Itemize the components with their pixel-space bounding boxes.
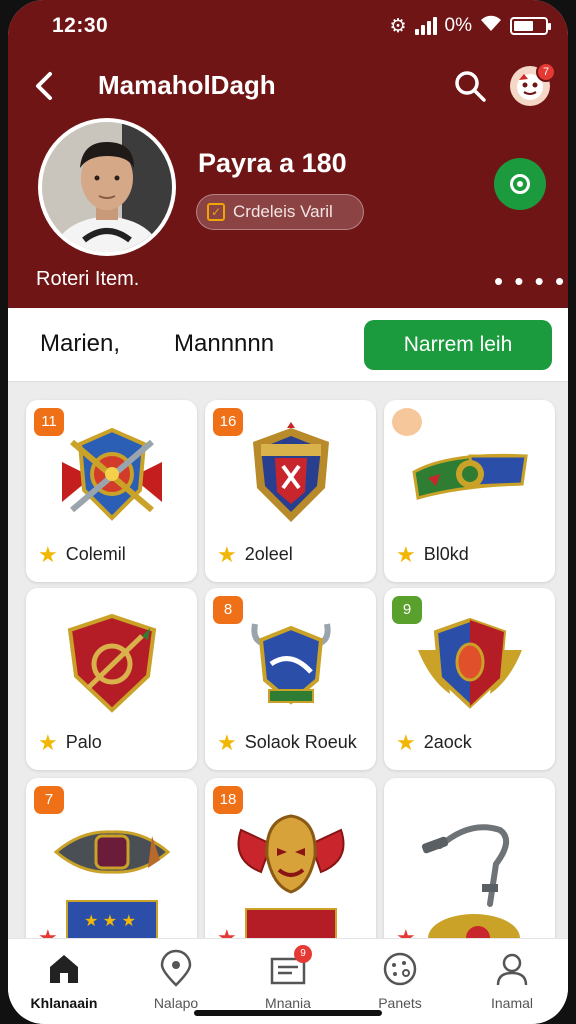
top-bar: MamaholDagh 7 [8, 58, 568, 114]
search-icon [455, 71, 486, 102]
status-time: 12:30 [52, 14, 109, 37]
signal-icon [414, 17, 437, 35]
profile-name: Payra a 180 [198, 148, 347, 178]
rank-badge[interactable]: ✓ Crdeleis Varil [196, 194, 364, 230]
profile-subtitle: Roteri Item. [36, 268, 140, 290]
laurel-partial-icon [428, 914, 520, 938]
badge-card[interactable]: 11 ★ Colemil [26, 400, 197, 582]
nav-item-map[interactable]: Nalapo [120, 949, 232, 1019]
primary-action-button[interactable]: Narrem leih [364, 320, 552, 370]
rank-check-icon: ✓ [207, 203, 225, 221]
notifications-button[interactable]: 7 [510, 62, 556, 106]
home-indicator [194, 1010, 382, 1016]
red-shield-icon [67, 613, 157, 713]
nav-label: Panets [378, 995, 422, 1011]
nav-label: Mnania [265, 995, 311, 1011]
star-icon: ★ [396, 925, 416, 939]
notification-badge: 7 [536, 62, 556, 82]
alarm-icon: ⚙ [389, 15, 407, 37]
crest-emblem-icon [62, 427, 162, 521]
badge-grid: 11 ★ Colemil 16 ★ 2oleel ★ Bl0kd ★ Palo … [8, 382, 568, 938]
status-bar: 12:30 ⚙ 0% [8, 0, 568, 52]
status-toggle-button[interactable] [494, 158, 546, 210]
nav-badge: 9 [294, 945, 312, 963]
belt-emblem-icon [53, 830, 171, 874]
profile-header: 12:30 ⚙ 0% MamaholDagh 7 Payra a 180 ✓ C… [8, 0, 568, 308]
star-icon: ★ [217, 541, 237, 567]
phone-screen: 12:30 ⚙ 0% MamaholDagh 7 Payra a 180 ✓ C… [8, 0, 568, 1024]
demon-mask-icon [237, 814, 345, 894]
badge-card[interactable]: 9 ★ 2aock [384, 588, 555, 770]
map-pin-icon [156, 949, 196, 989]
avatar-photo [42, 122, 172, 252]
card-label: Colemil [65, 544, 126, 564]
card-label: 2aock [423, 732, 472, 752]
nav-item-panets[interactable]: Panets [344, 949, 456, 1019]
nav-item-home[interactable]: Khlanaain [8, 949, 120, 1019]
battery-percent: 0% [444, 15, 472, 36]
avatar[interactable] [38, 118, 176, 256]
nav-item-profile[interactable]: Inamal [456, 949, 568, 1019]
nav-label: Nalapo [153, 995, 199, 1011]
back-button[interactable] [30, 66, 60, 106]
shield-partial-icon [245, 908, 337, 938]
star-icon: ★ [217, 925, 237, 939]
nav-label: Khlanaain [30, 995, 98, 1011]
palette-icon [380, 949, 420, 989]
tab-2[interactable]: Mannnnn [174, 330, 274, 358]
star-icon: ★ [396, 729, 416, 755]
badge-card[interactable]: ★ [384, 778, 555, 938]
winged-shield-icon [418, 617, 522, 709]
star-icon: ★ [396, 541, 416, 567]
target-icon [510, 174, 530, 194]
battery-icon [510, 17, 551, 35]
badge-card[interactable]: 8 ★ Solaok Roeuk [205, 588, 376, 770]
badge-card[interactable]: 7 ★ ★ ★ ★ [26, 778, 197, 938]
tab-1[interactable]: Marien, [40, 330, 120, 358]
shield-partial-icon: ★ ★ ★ [66, 900, 158, 938]
star-icon: ★ [217, 729, 237, 755]
star-icon: ★ [38, 729, 58, 755]
wifi-icon [480, 14, 502, 38]
horned-crest-icon [251, 623, 331, 705]
tab-bar: Marien, Mannnnn Narrem leih [8, 308, 568, 382]
svg-text:★ ★ ★: ★ ★ ★ [84, 913, 136, 930]
person-icon [492, 949, 532, 989]
star-icon: ★ [38, 925, 58, 939]
card-label: Solaok Roeuk [244, 732, 357, 752]
shield-crest-icon [253, 422, 329, 522]
badge-card[interactable]: 16 ★ 2oleel [205, 400, 376, 582]
more-options-icon[interactable]: • • • • [494, 266, 566, 297]
page-title: MamaholDagh [98, 70, 276, 100]
home-icon [44, 949, 84, 989]
banner-emblem-icon [412, 453, 528, 500]
card-label: 2oleel [244, 544, 293, 564]
whip-icon [421, 824, 509, 907]
rank-label: Crdeleis Varil [233, 202, 333, 221]
nav-label: Inamal [490, 995, 534, 1011]
card-label: Palo [65, 732, 102, 752]
badge-card[interactable]: ★ Bl0kd [384, 400, 555, 582]
badge-card[interactable]: 18 ★ [205, 778, 376, 938]
nav-item-inbox[interactable]: 9 Mnania [232, 945, 344, 1019]
inbox-icon: 9 [268, 945, 312, 989]
star-icon: ★ [38, 541, 58, 567]
badge-card[interactable]: ★ Palo [26, 588, 197, 770]
card-label: Bl0kd [423, 544, 469, 564]
search-button[interactable] [452, 68, 488, 104]
